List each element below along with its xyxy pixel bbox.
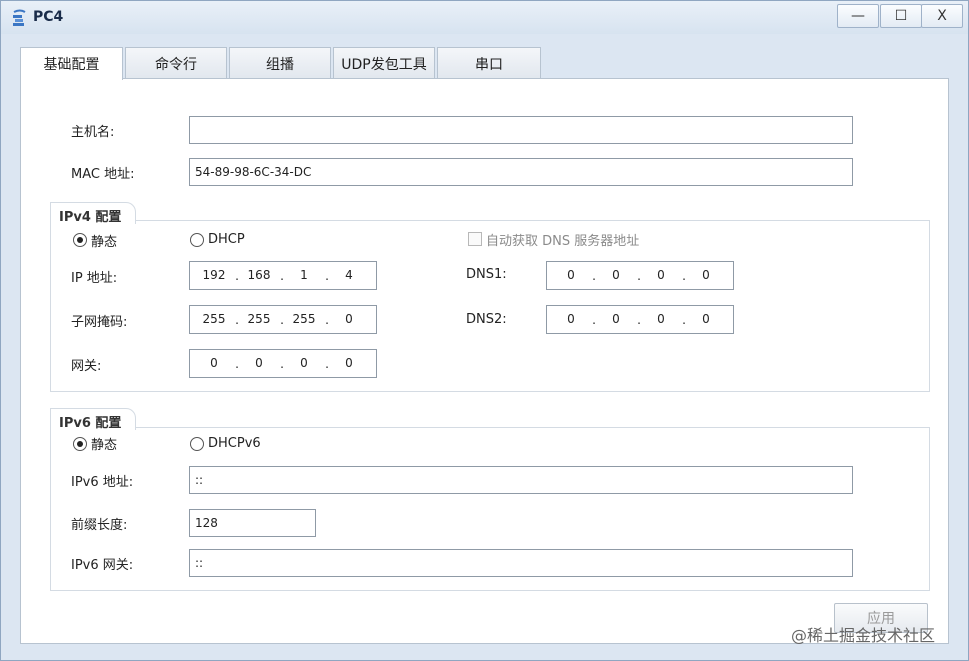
gateway-octet-1: 0 bbox=[210, 356, 218, 370]
mask-dot: . bbox=[325, 313, 329, 327]
dns2-octet-2: 0 bbox=[612, 312, 620, 326]
ipv4-static-radio[interactable] bbox=[73, 233, 87, 247]
ipv6-static-radio[interactable] bbox=[73, 437, 87, 451]
ip-octet-1: 192 bbox=[202, 268, 226, 282]
maximize-button[interactable]: ☐ bbox=[880, 4, 922, 28]
ipv6-gateway-input[interactable]: :: bbox=[189, 549, 853, 577]
auto-dns-checkbox[interactable] bbox=[468, 232, 482, 246]
mac-address-input[interactable]: 54-89-98-6C-34-DC bbox=[189, 158, 853, 186]
gateway-dot: . bbox=[280, 357, 284, 371]
prefix-length-input[interactable]: 128 bbox=[189, 509, 316, 537]
ipv4-static-label: 静态 bbox=[91, 235, 118, 250]
ip-octet-2: 168 bbox=[247, 268, 271, 282]
dns1-label: DNS1: bbox=[466, 267, 507, 282]
ip-dot: . bbox=[235, 269, 239, 283]
mask-octet-4: 0 bbox=[345, 312, 353, 326]
auto-dns-label: 自动获取 DNS 服务器地址 bbox=[486, 234, 640, 249]
subnet-mask-input[interactable]: 255 . 255 . 255 . 0 bbox=[189, 305, 377, 334]
tab-basic-config[interactable]: 基础配置 bbox=[20, 47, 123, 80]
dns1-octet-4: 0 bbox=[702, 268, 710, 282]
dns1-input[interactable]: 0 . 0 . 0 . 0 bbox=[546, 261, 734, 290]
window-title: PC4 bbox=[33, 9, 64, 25]
pc4-window: PC4 — ☐ X 基础配置 命令行 组播 UDP发包工具 串口 主机名: MA… bbox=[0, 0, 969, 661]
mask-octet-3: 255 bbox=[292, 312, 316, 326]
tab-udp-tool[interactable]: UDP发包工具 bbox=[333, 47, 435, 79]
dns2-input[interactable]: 0 . 0 . 0 . 0 bbox=[546, 305, 734, 334]
tab-serial[interactable]: 串口 bbox=[437, 47, 541, 79]
minimize-icon: — bbox=[851, 8, 865, 24]
basic-config-panel: 主机名: MAC 地址: 54-89-98-6C-34-DC IPv4 配置 静… bbox=[20, 78, 949, 644]
ip-dot: . bbox=[325, 269, 329, 283]
gateway-input[interactable]: 0 . 0 . 0 . 0 bbox=[189, 349, 377, 378]
dns2-dot: . bbox=[637, 313, 641, 327]
dns2-octet-3: 0 bbox=[657, 312, 665, 326]
dns1-dot: . bbox=[637, 269, 641, 283]
prefix-length-label: 前缀长度: bbox=[71, 518, 128, 533]
pc-app-icon bbox=[13, 9, 26, 26]
gateway-octet-3: 0 bbox=[300, 356, 308, 370]
ipv6-dhcpv6-radio[interactable] bbox=[190, 437, 204, 451]
ipv6-group-title: IPv6 配置 bbox=[50, 408, 136, 431]
gateway-label: 网关: bbox=[71, 359, 102, 374]
dns2-octet-1: 0 bbox=[567, 312, 575, 326]
gateway-dot: . bbox=[325, 357, 329, 371]
tab-command-line[interactable]: 命令行 bbox=[125, 47, 227, 79]
mask-octet-2: 255 bbox=[247, 312, 271, 326]
ip-octet-3: 1 bbox=[300, 268, 308, 282]
gateway-octet-2: 0 bbox=[255, 356, 263, 370]
dns1-octet-2: 0 bbox=[612, 268, 620, 282]
ip-dot: . bbox=[280, 269, 284, 283]
dns1-octet-1: 0 bbox=[567, 268, 575, 282]
ip-address-input[interactable]: 192 . 168 . 1 . 4 bbox=[189, 261, 377, 290]
close-button[interactable]: X bbox=[921, 4, 963, 28]
tab-multicast[interactable]: 组播 bbox=[229, 47, 331, 79]
ipv4-dhcp-label: DHCP bbox=[208, 232, 245, 247]
ip-address-label: IP 地址: bbox=[71, 271, 118, 286]
hostname-input[interactable] bbox=[189, 116, 853, 144]
hostname-label: 主机名: bbox=[71, 125, 115, 140]
ipv6-address-input[interactable]: :: bbox=[189, 466, 853, 494]
gateway-dot: . bbox=[235, 357, 239, 371]
watermark-text: @稀土掘金技术社区 bbox=[791, 626, 936, 645]
ipv6-address-label: IPv6 地址: bbox=[71, 475, 134, 490]
ip-octet-4: 4 bbox=[345, 268, 353, 282]
mask-octet-1: 255 bbox=[202, 312, 226, 326]
gateway-octet-4: 0 bbox=[345, 356, 353, 370]
dns1-octet-3: 0 bbox=[657, 268, 665, 282]
mask-dot: . bbox=[235, 313, 239, 327]
dns2-dot: . bbox=[682, 313, 686, 327]
dns2-label: DNS2: bbox=[466, 312, 507, 327]
subnet-mask-label: 子网掩码: bbox=[71, 315, 128, 330]
title-bar[interactable]: PC4 — ☐ X bbox=[1, 1, 968, 34]
dns2-octet-4: 0 bbox=[702, 312, 710, 326]
minimize-button[interactable]: — bbox=[837, 4, 879, 28]
ipv6-static-label: 静态 bbox=[91, 438, 118, 453]
ipv4-dhcp-radio[interactable] bbox=[190, 233, 204, 247]
mask-dot: . bbox=[280, 313, 284, 327]
mac-label: MAC 地址: bbox=[71, 167, 135, 182]
ipv6-gateway-label: IPv6 网关: bbox=[71, 558, 134, 573]
dns2-dot: . bbox=[592, 313, 596, 327]
dns1-dot: . bbox=[682, 269, 686, 283]
ipv4-group-title: IPv4 配置 bbox=[50, 202, 136, 225]
ipv6-dhcpv6-label: DHCPv6 bbox=[208, 436, 261, 451]
close-icon: X bbox=[937, 8, 947, 24]
maximize-icon: ☐ bbox=[894, 8, 908, 24]
dns1-dot: . bbox=[592, 269, 596, 283]
